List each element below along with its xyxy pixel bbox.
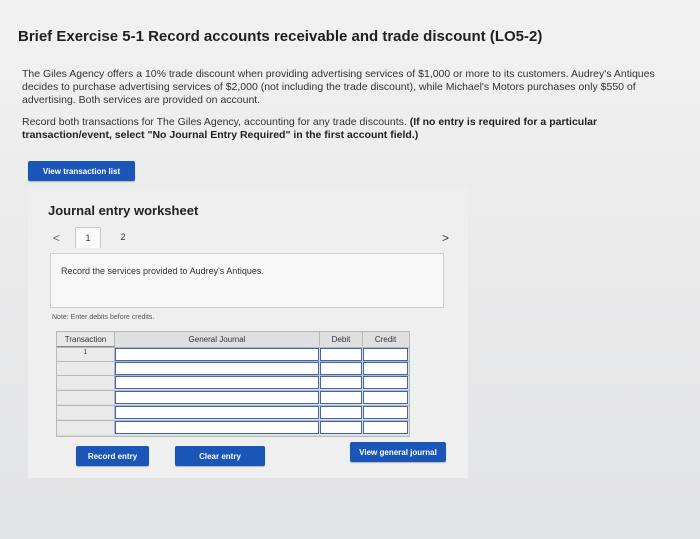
transaction-cell (57, 406, 115, 419)
transaction-cell (57, 362, 115, 375)
account-input[interactable] (115, 391, 319, 404)
table-row (57, 405, 409, 419)
table-row (57, 420, 409, 434)
instruction-box: Record the services provided to Audrey's… (50, 253, 444, 308)
debit-input[interactable] (320, 406, 362, 419)
journal-table: Transaction General Journal Debit Credit… (56, 331, 410, 437)
table-row (57, 361, 409, 375)
account-input[interactable] (115, 362, 319, 375)
page-tab-2[interactable]: 2 (111, 227, 135, 247)
chevron-right-icon[interactable]: > (442, 231, 449, 245)
debit-input[interactable] (320, 391, 362, 404)
credit-input[interactable] (363, 406, 408, 419)
page-tab-1[interactable]: 1 (75, 227, 101, 248)
record-entry-button[interactable]: Record entry (76, 446, 149, 466)
page-title: Brief Exercise 5-1 Record accounts recei… (18, 28, 543, 45)
credit-input[interactable] (363, 391, 408, 404)
credit-input[interactable] (363, 362, 408, 375)
clear-entry-button[interactable]: Clear entry (175, 446, 265, 466)
table-row (57, 375, 409, 389)
instruction-text: Record the services provided to Audrey's… (61, 266, 264, 276)
debit-input[interactable] (320, 362, 362, 375)
problem-description: The Giles Agency offers a 10% trade disc… (22, 68, 655, 106)
chevron-left-icon[interactable]: < (53, 231, 60, 245)
account-input[interactable] (115, 376, 319, 389)
table-row (57, 390, 409, 404)
debit-input[interactable] (320, 421, 362, 434)
view-transaction-list-button[interactable]: View transaction list (28, 161, 135, 181)
account-input[interactable] (115, 348, 319, 361)
transaction-cell: 1 (57, 348, 115, 361)
table-row: 1 (57, 347, 409, 361)
note-text: Note: Enter debits before credits. (52, 314, 155, 321)
header-transaction: Transaction (57, 332, 115, 347)
credit-input[interactable] (363, 376, 408, 389)
account-input[interactable] (115, 406, 319, 419)
page: Brief Exercise 5-1 Record accounts recei… (0, 0, 700, 539)
transaction-cell (57, 421, 115, 434)
instructions-text: Record both transactions for The Giles A… (22, 116, 407, 128)
credit-input[interactable] (363, 348, 408, 361)
worksheet-title: Journal entry worksheet (48, 203, 199, 218)
header-general-journal: General Journal (115, 332, 320, 346)
debit-input[interactable] (320, 348, 362, 361)
problem-instructions: Record both transactions for The Giles A… (22, 116, 662, 142)
debit-input[interactable] (320, 376, 362, 389)
account-input[interactable] (115, 421, 319, 434)
transaction-cell (57, 376, 115, 389)
credit-input[interactable] (363, 421, 408, 434)
transaction-cell (57, 391, 115, 404)
header-credit: Credit (374, 334, 397, 344)
header-debit: Debit (320, 332, 363, 346)
view-general-journal-button[interactable]: View general journal (350, 442, 446, 462)
